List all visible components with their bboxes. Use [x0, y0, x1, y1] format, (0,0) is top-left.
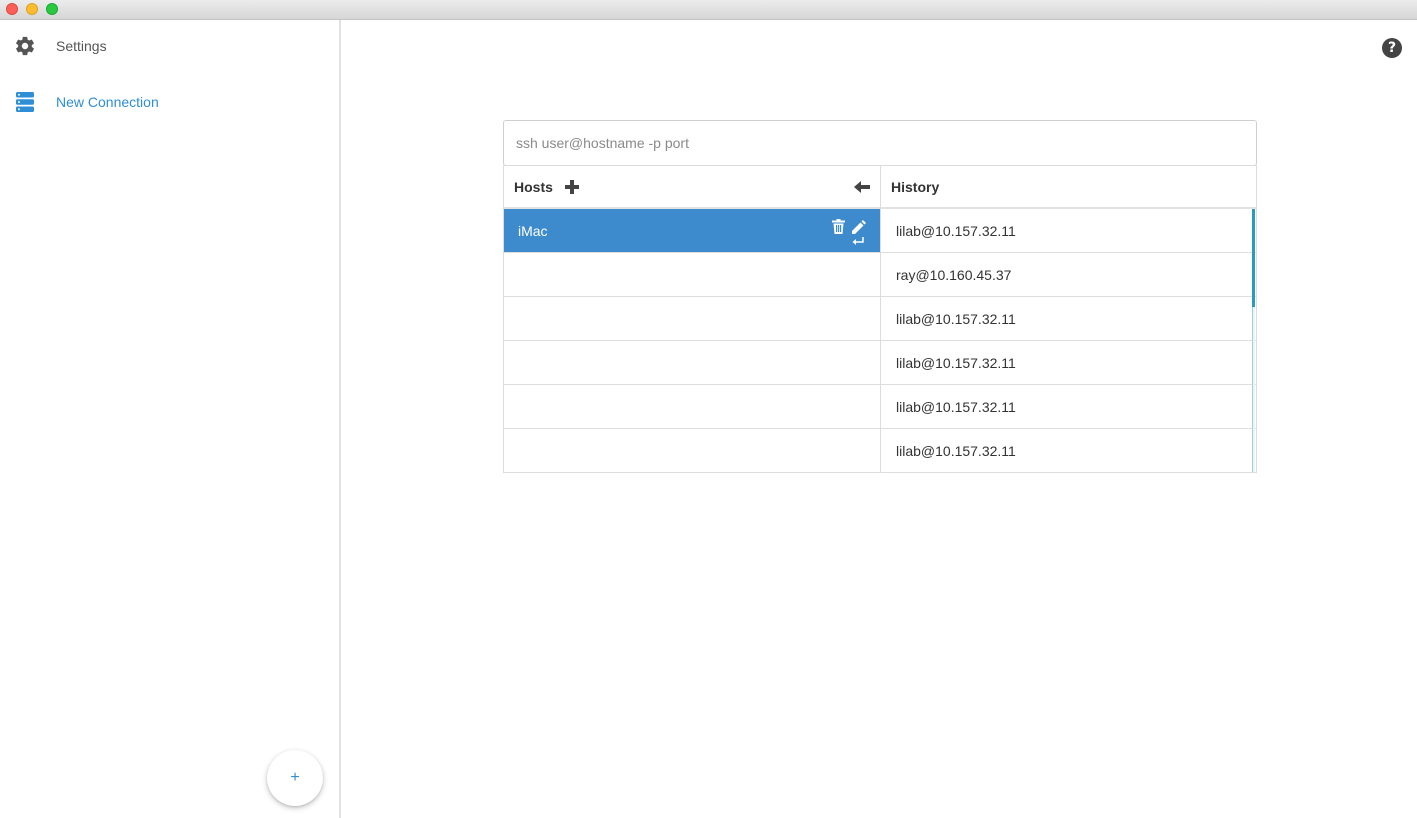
host-row[interactable]	[504, 385, 880, 429]
window-minimize-button[interactable]	[26, 3, 38, 15]
history-row[interactable]: lilab@10.157.32.11	[881, 209, 1256, 253]
history-title: History	[891, 178, 940, 195]
sidebar: Settings New Connection +	[0, 20, 341, 818]
history-scrollbar[interactable]	[1252, 209, 1255, 472]
history-entry: lilab@10.157.32.11	[896, 442, 1016, 459]
host-row[interactable]: iMac	[504, 209, 880, 253]
arrow-left-icon[interactable]	[854, 180, 870, 194]
history-entry: lilab@10.157.32.11	[896, 222, 1016, 239]
history-header: History	[881, 166, 1256, 209]
history-panel: History lilab@10.157.32.11 ray@10.160.45…	[880, 165, 1257, 473]
history-entry: lilab@10.157.32.11	[896, 398, 1016, 415]
host-row[interactable]	[504, 253, 880, 297]
history-scrollbar-thumb[interactable]	[1252, 209, 1255, 307]
window-maximize-button[interactable]	[46, 3, 58, 15]
host-name: iMac	[518, 222, 548, 239]
host-row[interactable]	[504, 297, 880, 341]
add-connection-button[interactable]: +	[267, 750, 323, 806]
history-row[interactable]: lilab@10.157.32.11	[881, 429, 1256, 473]
sidebar-item-new-connection-label: New Connection	[56, 94, 159, 110]
plus-icon[interactable]	[564, 179, 579, 194]
history-row[interactable]: lilab@10.157.32.11	[881, 341, 1256, 385]
history-entry: lilab@10.157.32.11	[896, 310, 1016, 327]
history-entry: lilab@10.157.32.11	[896, 354, 1016, 371]
history-row[interactable]: lilab@10.157.32.11	[881, 297, 1256, 341]
host-actions	[832, 219, 866, 251]
pencil-icon[interactable]	[852, 220, 866, 234]
gear-icon	[16, 36, 34, 56]
history-row[interactable]: lilab@10.157.32.11	[881, 385, 1256, 429]
window-titlebar	[0, 0, 1417, 20]
hosts-panel: Hosts iMac	[503, 165, 881, 473]
window-close-button[interactable]	[6, 3, 18, 15]
trash-icon[interactable]	[832, 219, 845, 234]
history-row[interactable]: ray@10.160.45.37	[881, 253, 1256, 297]
sidebar-item-settings-label: Settings	[56, 38, 107, 54]
sidebar-item-settings[interactable]: Settings	[0, 24, 339, 68]
server-stack-icon	[16, 92, 34, 112]
hosts-title: Hosts	[514, 178, 553, 195]
sidebar-item-new-connection[interactable]: New Connection	[0, 80, 339, 124]
host-row[interactable]	[504, 341, 880, 385]
host-row[interactable]	[504, 429, 880, 473]
enter-return-icon[interactable]	[852, 237, 864, 247]
history-entry: ray@10.160.45.37	[896, 266, 1012, 283]
hosts-header: Hosts	[504, 166, 880, 209]
help-icon[interactable]: ?	[1382, 38, 1402, 58]
ssh-command-input[interactable]	[503, 120, 1257, 166]
